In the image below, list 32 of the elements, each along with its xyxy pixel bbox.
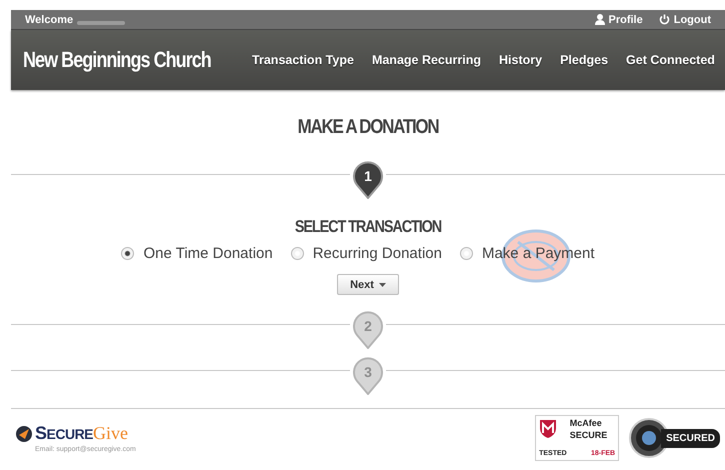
radio-option[interactable]: Make a Payment (460, 245, 595, 262)
top-link[interactable]: Profile (594, 14, 643, 26)
next-button[interactable]: Next (337, 274, 399, 295)
step-number: 3 (363, 364, 373, 380)
badge-text: SECURE (570, 431, 608, 442)
nav-link[interactable]: History (499, 53, 542, 67)
welcome-text: Welcome (25, 14, 74, 26)
redacted-name (77, 20, 126, 24)
step-title: SELECT TRANSACTION (294, 217, 442, 237)
badge-text: McAfee (570, 419, 603, 430)
nav-link[interactable]: Manage Recurring (372, 53, 481, 67)
top-link[interactable]: Logout (658, 14, 711, 26)
logo-icon (16, 426, 32, 442)
nav-link[interactable]: Get Connected (626, 53, 715, 67)
brand-text: SECURE (35, 423, 94, 444)
shield-icon (539, 419, 558, 439)
nav-link[interactable]: Pledges (560, 53, 608, 67)
radio-button[interactable] (290, 247, 304, 260)
church-name[interactable]: New Beginnings Church (23, 47, 211, 73)
radio-option[interactable]: One Time Donation (121, 245, 273, 262)
radio-option[interactable]: Recurring Donation (290, 245, 442, 262)
brand-text: Give (93, 423, 128, 444)
step-number: 2 (363, 318, 373, 334)
power-icon (658, 14, 670, 25)
user-icon (594, 14, 604, 25)
nav-link[interactable]: Transaction Type (252, 53, 354, 67)
step-number: 1 (363, 168, 373, 184)
page-title: MAKE A DONATION (296, 116, 440, 138)
radio-button[interactable] (121, 247, 134, 260)
badge-text[interactable]: SECURED (661, 428, 720, 448)
caret-icon (378, 282, 386, 286)
radio-button[interactable] (460, 247, 473, 260)
